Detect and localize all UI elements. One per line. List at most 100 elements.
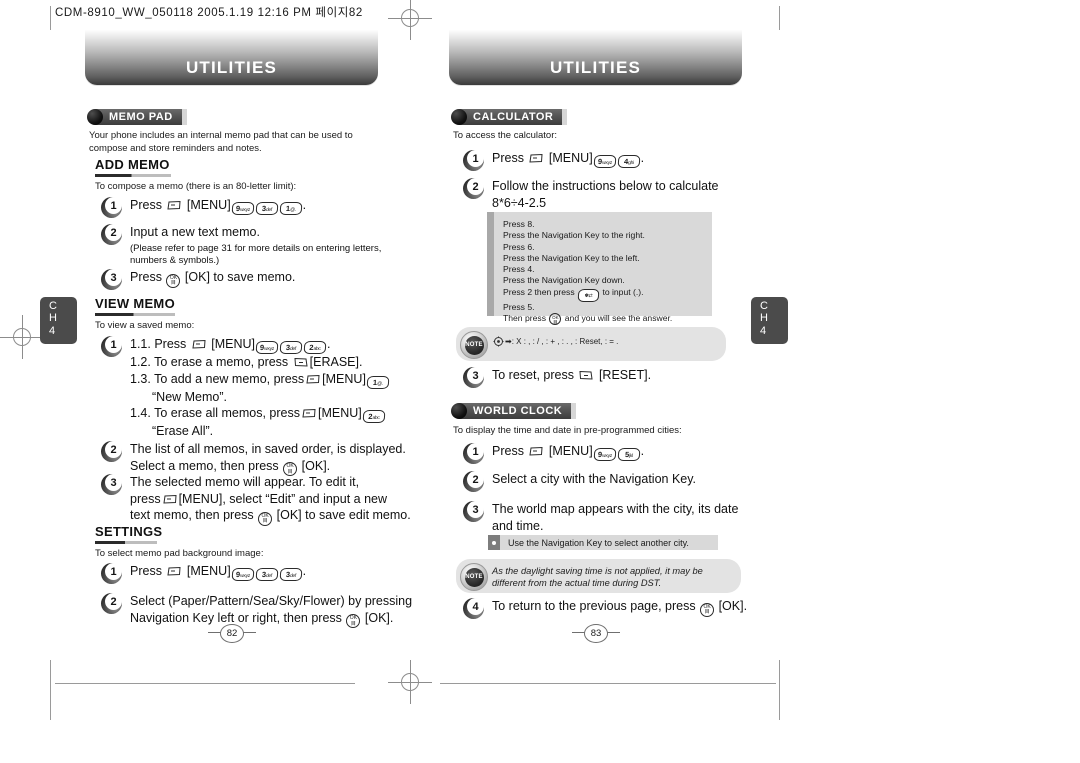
- view-memo-lead: To view a saved memo:: [95, 320, 195, 331]
- keypad-key-1: 1@.: [366, 375, 390, 389]
- trim-line-left-bottom: [50, 660, 51, 720]
- tip-text: Use the Navigation Key to select another…: [508, 537, 689, 548]
- instruction-line-7: Press 2 then press ✽⇄ to input (.).: [503, 287, 704, 302]
- line-1: The list of all memos, in saved order, i…: [130, 442, 406, 456]
- left-soft-key-icon: [166, 566, 182, 577]
- line-pre: Select a memo, then press: [130, 458, 279, 473]
- calculator-instruction-box: Press 8. Press the Navigation Key to the…: [487, 212, 712, 326]
- chapter-tab-number: 4: [49, 325, 56, 337]
- instruction-box-lines: Press 8. Press the Navigation Key to the…: [503, 219, 704, 326]
- step-number: 2: [472, 180, 479, 193]
- left-soft-key-icon: [162, 494, 178, 505]
- keypad-key-9: 9wxyz: [231, 568, 255, 581]
- view-memo-line-1-4: 1.4. To erase all memos, press [MENU] 2abc: [130, 405, 422, 423]
- right-soft-key-icon: [578, 370, 594, 381]
- section-bullet-icon: [87, 109, 103, 125]
- left-soft-key-icon: [166, 200, 182, 211]
- step-text-pre: To reset, press: [492, 368, 574, 382]
- ok-key-icon: OK 目: [166, 273, 181, 288]
- line-post: [MENU]: [211, 337, 255, 351]
- line-post: [OK] to save edit memo.: [276, 508, 411, 522]
- settings-step-1: 1 Press [MENU] 9wxyz 3def 3def.: [101, 563, 306, 584]
- trim-line-bottom-rule: [55, 683, 355, 684]
- line-2: Navigation Key left or right, then press…: [130, 610, 425, 628]
- section-header-calculator: CALCULATOR: [451, 109, 568, 125]
- settings-step-1-text: Press [MENU] 9wxyz 3def 3def.: [130, 564, 307, 581]
- keypad-key-9: 9wxyz: [255, 341, 279, 354]
- trim-line-right-top: [779, 6, 780, 30]
- chapter-tab-h-right: H: [760, 311, 768, 324]
- page-number-left-value: 82: [220, 624, 244, 643]
- keypad-key-4: 4ghi: [617, 155, 641, 168]
- step-number-badge: 3: [463, 501, 484, 522]
- step-number-badge: 2: [463, 471, 484, 492]
- step-number: 1: [472, 152, 479, 165]
- settings-step-2: 2 Select (Paper/Pattern/Sea/Sky/Flower) …: [101, 593, 425, 628]
- left-soft-key-icon: [305, 374, 321, 385]
- line-pre: 1.3. To add a new memo, press: [130, 371, 305, 386]
- line-pre: 1.1. Press: [130, 337, 187, 351]
- left-soft-key-icon: [191, 339, 207, 350]
- settings-step-2-text: Select (Paper/Pattern/Sea/Sky/Flower) by…: [130, 593, 425, 628]
- left-soft-key-icon: [301, 408, 317, 419]
- chapter-tab-right: CH 4: [751, 297, 788, 344]
- note-icon: NOTE: [460, 331, 488, 359]
- subheading-rule-add-memo: [95, 174, 171, 177]
- left-soft-key-icon: [528, 153, 544, 164]
- line-post: [MENU], select “Edit” and input a new: [178, 491, 388, 506]
- ok-key-icon: OK 目: [549, 313, 562, 326]
- view-memo-step-2: 2 The list of all memos, in saved order,…: [101, 441, 422, 476]
- page-number-right-value: 83: [584, 624, 608, 643]
- instruction-line-9: Then press OK 目 and you will see the answ…: [503, 313, 704, 326]
- calculator-step-3-text: To reset, press [RESET].: [492, 367, 651, 388]
- chapter-tab-h: H: [49, 311, 57, 324]
- step-number-badge: 1: [463, 443, 484, 464]
- registration-mark-top-center: [388, 0, 432, 40]
- calculator-note-bar: NOTE ➡: X : , : / , : + , : . , : Reset,…: [456, 327, 726, 361]
- calculator-step-1-text: Press [MENU] 9wxyz 4ghi.: [492, 151, 645, 168]
- line-post: [MENU]: [322, 371, 366, 386]
- step-number: 3: [110, 476, 117, 489]
- trim-line-left-top: [50, 6, 51, 30]
- step-text-post: [MENU]: [548, 444, 593, 458]
- view-memo-step-2-text: The list of all memos, in saved order, i…: [130, 441, 422, 476]
- add-memo-step-3-text: Press OK 目 [OK] to save memo.: [130, 269, 295, 290]
- section-tail: [181, 109, 187, 125]
- line-post: [OK].: [301, 458, 331, 473]
- section-header-memo-pad: MEMO PAD: [87, 109, 187, 125]
- instruction-box-accent-bar: [487, 212, 494, 316]
- step-text-pre: Press: [130, 564, 162, 578]
- step-number-badge: 2: [101, 441, 122, 462]
- step-text-pre: Press: [492, 444, 524, 458]
- step-text-post: [MENU]: [186, 564, 231, 578]
- registration-mark-bottom-center: [388, 660, 432, 704]
- step-number-badge: 3: [463, 367, 484, 388]
- keypad-key-9: 9wxyz: [593, 448, 617, 461]
- world-clock-step-2-text: Select a city with the Navigation Key.: [492, 472, 697, 486]
- line-post: to input (.).: [602, 286, 644, 297]
- line-1: The world map appears with the city, its…: [492, 502, 739, 516]
- instruction-line-2: Press the Navigation Key to the right.: [503, 230, 645, 241]
- world-clock-step-1-text: Press [MENU] 9wxyz 5jkl.: [492, 444, 645, 461]
- world-clock-step-4-text: To return to the previous page, press OK…: [492, 598, 747, 619]
- ok-key-icon: OK 目: [258, 511, 273, 526]
- line-post: [OK].: [364, 610, 394, 625]
- add-memo-step-1: 1 Press [MENU] 9wxyz 3def 1@..: [101, 197, 306, 218]
- print-slug: CDM-8910_WW_050118 2005.1.19 12:16 PM 페이…: [55, 7, 363, 19]
- step-number: 3: [472, 369, 479, 382]
- add-memo-step-1-text: Press [MENU] 9wxyz 3def 1@..: [130, 198, 307, 215]
- line-1: The selected memo will appear. To edit i…: [130, 475, 360, 489]
- nav-key-icon: [493, 336, 504, 347]
- tip-bullet-icon: [488, 535, 500, 550]
- section-label-world-clock: WORLD CLOCK: [459, 403, 572, 419]
- keypad-key-9: 9wxyz: [593, 155, 617, 168]
- step-number-badge: 1: [463, 150, 484, 171]
- shift-key-icon: ✽⇄: [577, 288, 600, 302]
- world-clock-note-text: As the daylight saving time is not appli…: [492, 566, 703, 588]
- view-memo-step-3-text: The selected memo will appear. To edit i…: [130, 474, 425, 526]
- step-text-pre: Press: [130, 198, 162, 212]
- subheading-rule-view-memo: [95, 313, 175, 316]
- step-number: 2: [110, 226, 117, 239]
- step-number: 4: [472, 600, 479, 613]
- line-1: Follow the instructions below to calcula…: [492, 179, 719, 193]
